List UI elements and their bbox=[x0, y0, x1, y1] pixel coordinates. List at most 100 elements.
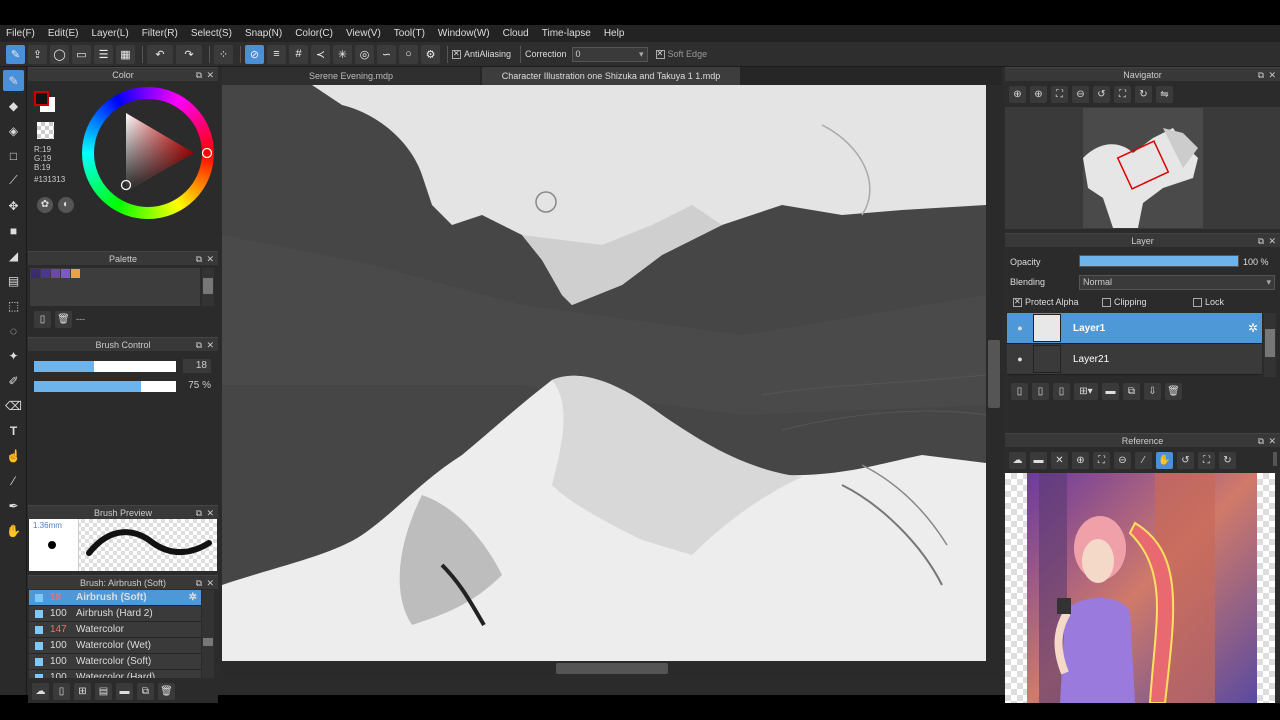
pen-tool-icon[interactable]: ✒ bbox=[3, 495, 24, 516]
reference-scrollbar[interactable] bbox=[1273, 452, 1277, 466]
menu-item[interactable]: Filter(R) bbox=[142, 28, 178, 39]
export-icon[interactable]: ⇪ bbox=[28, 44, 47, 64]
new-brush-icon[interactable]: ▯ bbox=[53, 682, 70, 700]
reset-icon[interactable]: ⛶ bbox=[1198, 452, 1215, 469]
eyedropper-tool-icon[interactable]: ⁄ bbox=[3, 470, 24, 491]
brush-list-item[interactable]: 18 Airbrush (Soft) ✲ bbox=[29, 590, 201, 606]
select-eraser-tool-icon[interactable]: ⌫ bbox=[3, 395, 24, 416]
close-reference-icon[interactable]: ✕ bbox=[1051, 452, 1068, 469]
fill-rect-tool-icon[interactable]: ■ bbox=[3, 220, 24, 241]
brush-list-scrollbar[interactable] bbox=[202, 590, 214, 678]
eyedropper-icon[interactable]: ⁄ bbox=[1135, 452, 1152, 469]
eraser-tool-icon[interactable]: ◆ bbox=[3, 95, 24, 116]
new-palette-icon[interactable]: ▯ bbox=[34, 310, 51, 328]
menu-item[interactable]: View(V) bbox=[346, 28, 381, 39]
menu-item[interactable]: Window(W) bbox=[438, 28, 490, 39]
layer-settings-icon[interactable]: ✲ bbox=[1248, 321, 1258, 335]
select-tool-icon[interactable]: ⬚ bbox=[3, 295, 24, 316]
brush-settings-icon[interactable]: ▤ bbox=[95, 682, 112, 700]
close-icon[interactable]: ✕ bbox=[1268, 234, 1276, 248]
saturation-triangle[interactable] bbox=[82, 87, 214, 219]
close-icon[interactable]: ✕ bbox=[1268, 434, 1276, 448]
menu-item[interactable]: Edit(E) bbox=[48, 28, 79, 39]
undock-icon[interactable]: ⧉ bbox=[196, 506, 202, 520]
menu-item[interactable]: Snap(N) bbox=[245, 28, 282, 39]
close-icon[interactable]: ✕ bbox=[206, 252, 214, 266]
chat-icon[interactable]: ◯ bbox=[50, 44, 69, 64]
scroll-thumb[interactable] bbox=[988, 340, 1000, 408]
transparent-swatch[interactable] bbox=[37, 122, 54, 139]
zoom-out-icon[interactable]: ⊖ bbox=[1114, 452, 1131, 469]
clipping-checkbox[interactable]: Clipping bbox=[1102, 297, 1147, 307]
undock-icon[interactable]: ⧉ bbox=[196, 252, 202, 266]
layer-row[interactable]: ● Layer1 ✲ bbox=[1007, 313, 1262, 344]
brush-tool-icon[interactable]: ✎ bbox=[3, 70, 24, 91]
new-halftone-layer-icon[interactable]: ▯ bbox=[1032, 383, 1049, 400]
correction-select[interactable]: 0 bbox=[571, 46, 648, 62]
snap-radial-icon[interactable]: ✳ bbox=[333, 44, 352, 64]
folder-icon[interactable]: ▬ bbox=[116, 682, 133, 700]
layer-row[interactable]: ● Layer21 bbox=[1007, 344, 1262, 375]
menu-item[interactable]: Cloud bbox=[503, 28, 529, 39]
add-brush-icon[interactable]: ⊞ bbox=[74, 682, 91, 700]
dot-eraser-tool-icon[interactable]: ◈ bbox=[3, 120, 24, 141]
zoom-in-icon[interactable]: ⊕ bbox=[1030, 86, 1047, 103]
gradient-tool-icon[interactable]: ▤ bbox=[3, 270, 24, 291]
magic-wand-tool-icon[interactable]: ✦ bbox=[3, 345, 24, 366]
menu-item[interactable]: Tool(T) bbox=[394, 28, 425, 39]
add-layer-menu-icon[interactable]: ⊞▾ bbox=[1074, 383, 1098, 400]
drawing-canvas[interactable] bbox=[222, 85, 986, 661]
undock-icon[interactable]: ⧉ bbox=[1258, 234, 1264, 248]
menu-item[interactable]: Color(C) bbox=[295, 28, 333, 39]
duplicate-layer-icon[interactable]: ⧉ bbox=[1123, 383, 1140, 400]
navigator-preview[interactable] bbox=[1005, 107, 1280, 229]
new-layer-icon[interactable]: ▯ bbox=[1011, 383, 1028, 400]
text-tool-icon[interactable]: T bbox=[3, 420, 24, 441]
scroll-thumb[interactable] bbox=[1265, 329, 1275, 357]
close-icon[interactable]: ✕ bbox=[206, 68, 214, 82]
visibility-eye-icon[interactable]: ● bbox=[1015, 354, 1025, 364]
brush-list-item[interactable]: 100 Airbrush (Hard 2) bbox=[29, 606, 201, 622]
palette-swatch[interactable] bbox=[51, 269, 60, 278]
cloud-brush-icon[interactable]: ☁ bbox=[32, 682, 49, 700]
shape-tool-icon[interactable]: □ bbox=[3, 145, 24, 166]
palette-swatch[interactable] bbox=[61, 269, 70, 278]
snap-perspective-icon[interactable]: ≺ bbox=[311, 44, 330, 64]
merge-down-icon[interactable]: ⇩ bbox=[1144, 383, 1161, 400]
protect-alpha-checkbox[interactable]: Protect Alpha bbox=[1013, 297, 1079, 307]
brush-opacity-slider[interactable] bbox=[34, 381, 176, 392]
cloud-open-icon[interactable]: ☁ bbox=[1009, 452, 1026, 469]
color-mix-icon[interactable]: ◐ bbox=[58, 197, 74, 213]
menu-item[interactable]: Time-lapse bbox=[542, 28, 591, 39]
operation-tool-icon[interactable]: ☝ bbox=[3, 445, 24, 466]
zoom-out-icon[interactable]: ⊖ bbox=[1072, 86, 1089, 103]
flip-icon[interactable]: ⇋ bbox=[1156, 86, 1173, 103]
canvas-horizontal-scrollbar[interactable] bbox=[222, 661, 1002, 675]
rotate-left-icon[interactable]: ↺ bbox=[1177, 452, 1194, 469]
snap-concentric-icon[interactable]: ◎ bbox=[355, 44, 374, 64]
scroll-thumb[interactable] bbox=[203, 278, 213, 294]
soft-edge-checkbox[interactable]: Soft Edge bbox=[655, 49, 707, 59]
fit-window-icon[interactable]: ⛶ bbox=[1051, 86, 1068, 103]
canvas-vertical-scrollbar[interactable] bbox=[986, 85, 1002, 661]
bucket-tool-icon[interactable]: ◢ bbox=[3, 245, 24, 266]
select-pen-tool-icon[interactable]: ✐ bbox=[3, 370, 24, 391]
comment-icon[interactable]: ▭ bbox=[72, 44, 91, 64]
layer-list-scrollbar[interactable] bbox=[1264, 313, 1276, 377]
close-icon[interactable]: ✕ bbox=[1268, 68, 1276, 82]
menu-item[interactable]: Layer(L) bbox=[91, 28, 128, 39]
line-tool-icon[interactable]: ⟋ bbox=[3, 170, 24, 191]
scroll-thumb[interactable] bbox=[203, 638, 213, 646]
reference-image[interactable] bbox=[1005, 473, 1275, 703]
layer-opacity-slider[interactable] bbox=[1079, 255, 1239, 267]
rotate-left-icon[interactable]: ↺ bbox=[1093, 86, 1110, 103]
palette-scrollbar[interactable] bbox=[202, 268, 214, 306]
brush-settings-icon[interactable]: ✲ bbox=[189, 592, 197, 603]
snap-settings-icon[interactable]: ⚙ bbox=[421, 44, 440, 64]
foreground-color-swatch[interactable] bbox=[34, 91, 49, 106]
brush-icon[interactable]: ✎ bbox=[6, 44, 25, 64]
delete-layer-icon[interactable]: 🗑 bbox=[1165, 383, 1182, 400]
undo-button[interactable]: ↶ bbox=[147, 44, 173, 64]
scroll-thumb[interactable] bbox=[556, 663, 668, 674]
undock-icon[interactable]: ⧉ bbox=[1258, 434, 1264, 448]
